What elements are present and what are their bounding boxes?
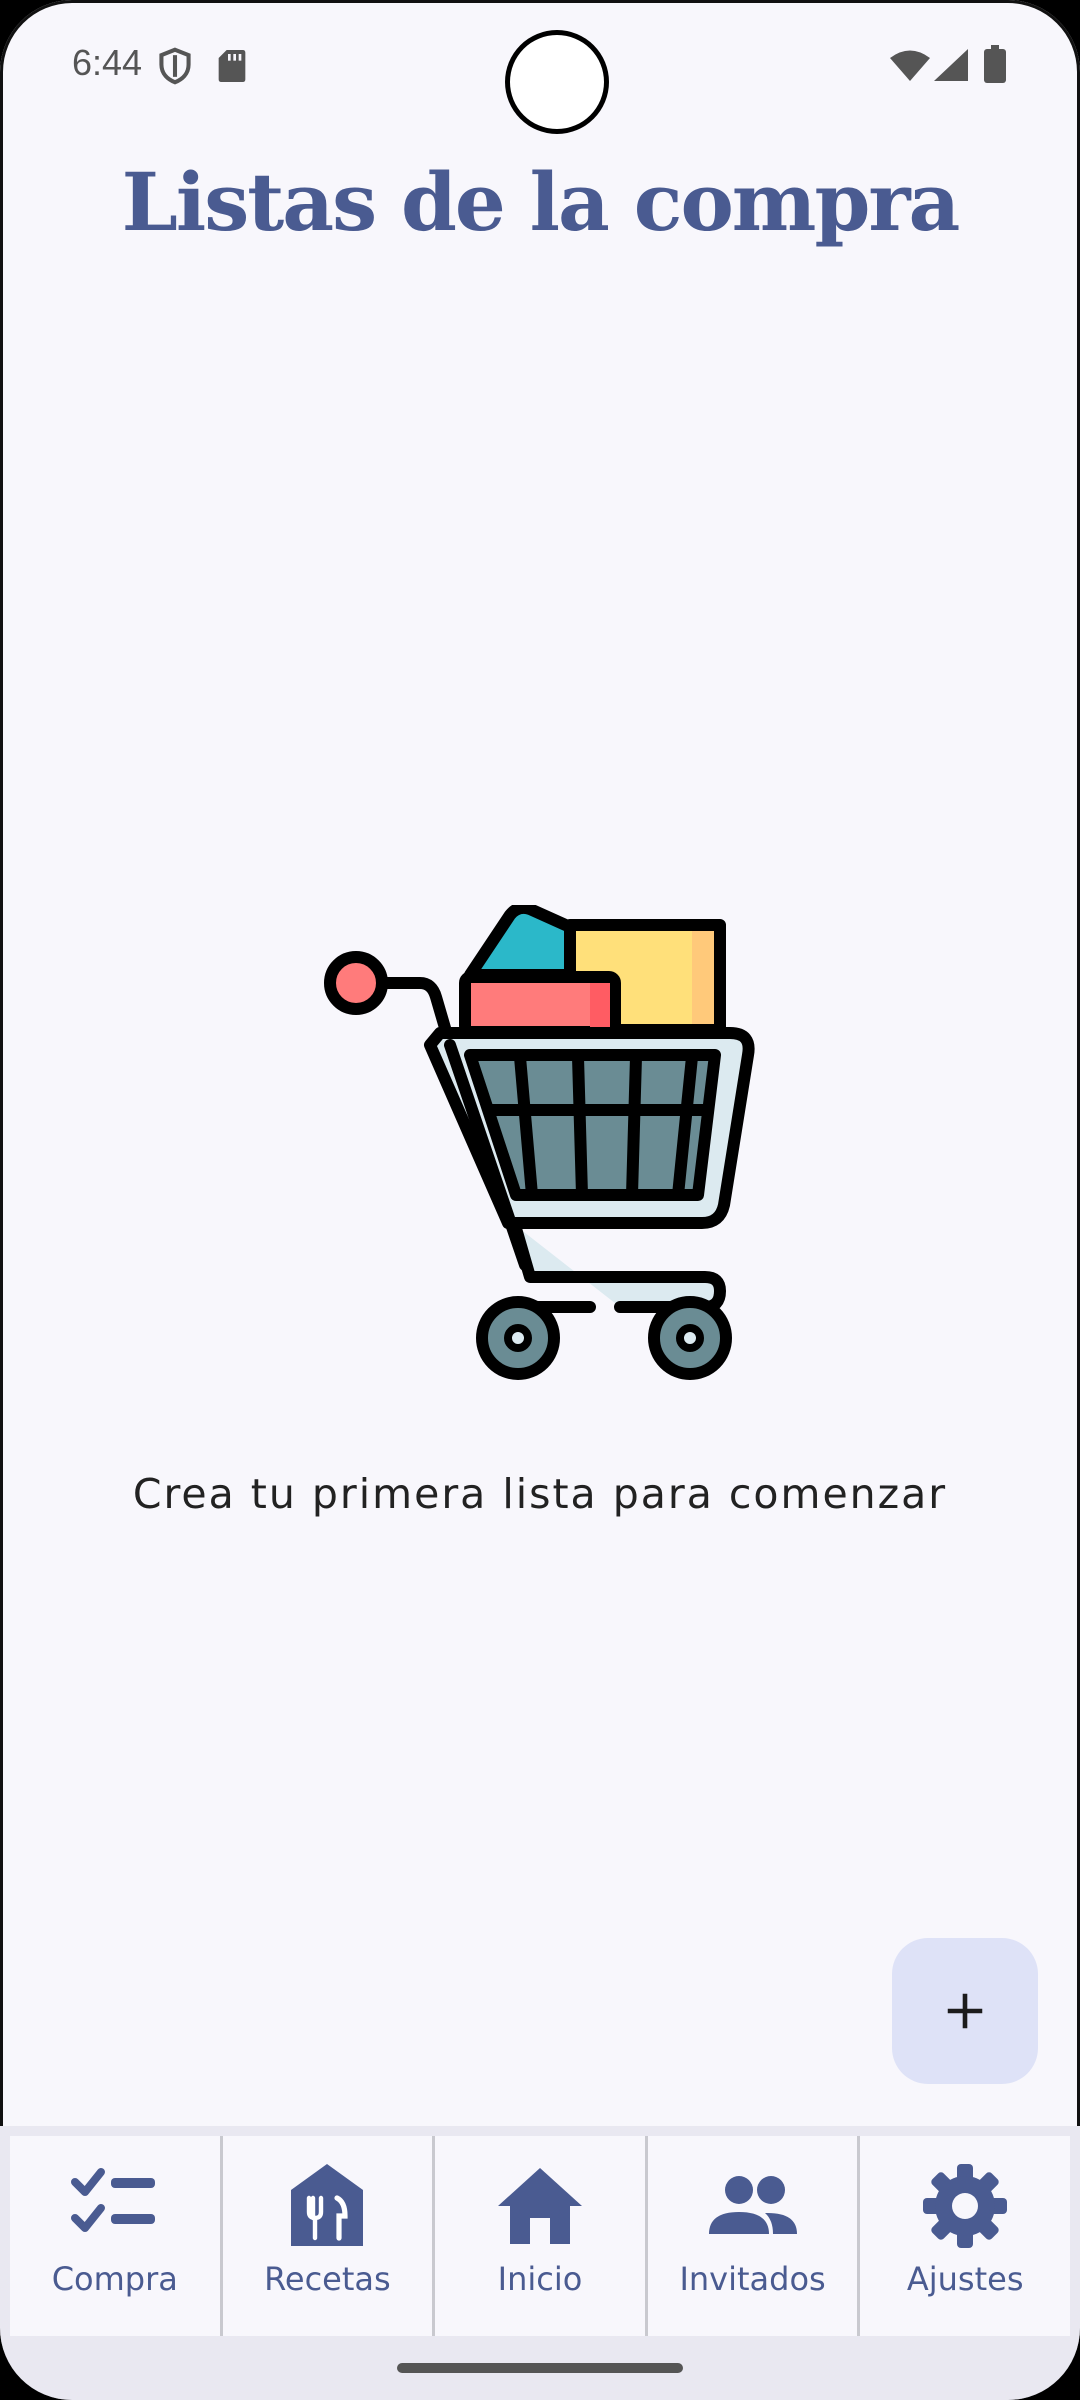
shield-icon	[159, 47, 191, 85]
nav-item-compra[interactable]: Compra	[10, 2136, 223, 2336]
status-bar: 6:44	[0, 0, 1080, 134]
page-title: Listas de la compra	[121, 155, 961, 249]
camera-cutout	[505, 30, 609, 134]
shopping-cart-icon	[324, 905, 755, 1380]
people-icon	[708, 2176, 797, 2234]
bottom-navigation: Compra Recetas Inicio Invitados Ajustes	[0, 2126, 1080, 2400]
nav-item-ajustes[interactable]: Ajustes	[860, 2136, 1070, 2336]
checklist-icon	[70, 2168, 155, 2232]
nav-label: Invitados	[679, 2260, 826, 2298]
home-icon	[497, 2168, 582, 2244]
nav-item-invitados[interactable]: Invitados	[647, 2136, 861, 2336]
nav-label: Recetas	[264, 2260, 391, 2298]
screen: 6:44 Listas de la compra Crea tu primera…	[0, 0, 1080, 2400]
nav-label: Compra	[51, 2260, 178, 2298]
nav-label: Inicio	[497, 2260, 583, 2298]
empty-state-message: Crea tu primera lista para comenzar	[132, 1470, 948, 1518]
sd-card-icon	[218, 50, 246, 82]
add-list-button[interactable]	[892, 1938, 1038, 2084]
battery-icon	[984, 45, 1006, 83]
restaurant-icon	[291, 2164, 364, 2246]
nav-item-recetas[interactable]: Recetas	[222, 2136, 436, 2336]
nav-label: Ajustes	[906, 2260, 1024, 2298]
gesture-home-indicator[interactable]	[397, 2363, 683, 2373]
wifi-icon	[890, 50, 930, 81]
nav-item-inicio[interactable]: Inicio	[435, 2136, 648, 2336]
plus-icon	[947, 1993, 983, 2029]
signal-icon	[934, 49, 968, 81]
status-time: 6:44	[72, 42, 143, 83]
gear-icon	[923, 2164, 1008, 2248]
